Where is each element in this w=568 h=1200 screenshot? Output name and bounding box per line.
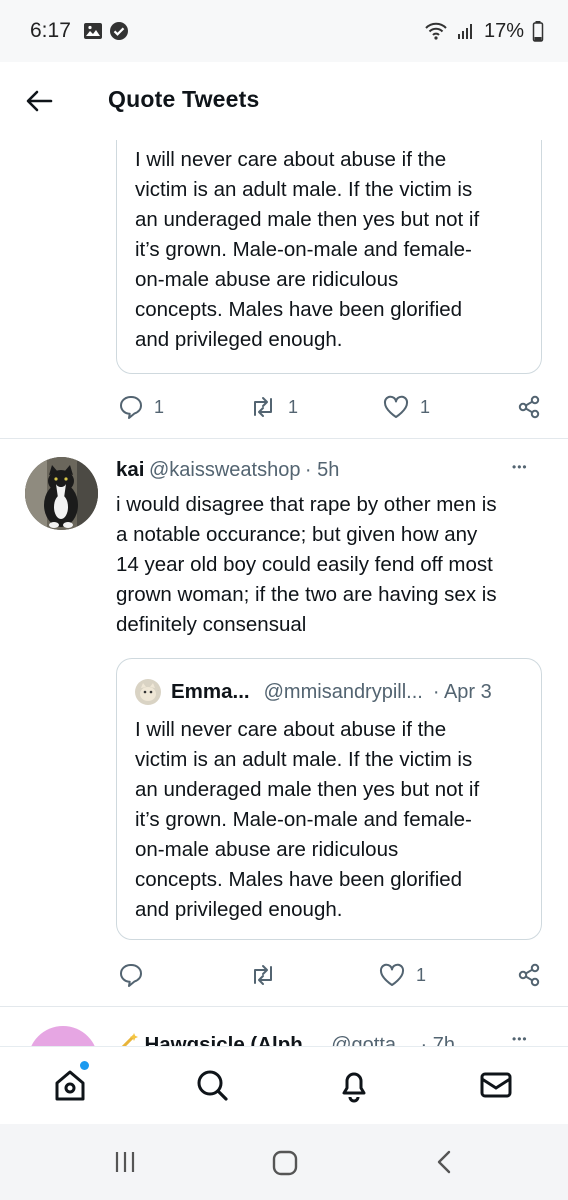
divider [0,438,568,439]
bell-icon[interactable] [336,1067,372,1103]
heart-icon [379,963,405,986]
tweet-line: definitely consensual [116,613,307,636]
reply-icon [120,964,142,987]
quote-line: on-male abuse are ridiculous [135,268,399,291]
quoted-avatar [135,679,161,705]
like-count: 1 [416,964,427,985]
more-options-icon[interactable]: ••• [512,1032,528,1046]
quote-line: and privileged enough. [135,328,343,351]
quote-line: it’s grown. Male-on-male and female- [135,238,472,261]
user-handle[interactable]: @gotta [331,1034,396,1046]
retweet-button[interactable] [248,962,278,988]
quoted-tweet-header: Emma... @mmisandrypill... · Apr 3 [135,678,492,706]
tweet-time[interactable]: · 7h [421,1034,455,1046]
quote-line: victim is an adult male. If the victim i… [135,748,473,771]
battery-icon [532,21,544,42]
reply-icon [120,396,142,419]
cat-avatar-image [25,457,98,530]
bottom-navigation [0,1046,568,1124]
like-count: 1 [420,396,431,417]
quoted-user-handle: @mmisandrypill... [263,680,423,703]
more-options-icon[interactable]: ••• [512,460,528,474]
tweet-line: i would disagree that rape by other men … [116,493,497,516]
display-name[interactable]: kai [116,458,145,481]
character-avatar-image [28,1026,98,1046]
quote-line: an underaged male then yes but not if [135,778,480,801]
quoted-tweet-time: · Apr 3 [432,680,492,703]
quote-line: concepts. Males have been glorified [135,298,463,321]
top-bar: Quote Tweets [0,62,568,140]
mail-icon[interactable] [478,1067,514,1103]
quote-line: it’s grown. Male-on-male and female- [135,808,472,831]
quoted-tweet-card[interactable]: I will never care about abuse if the vic… [116,140,542,374]
back-arrow-icon[interactable] [24,86,54,116]
avatar[interactable] [25,457,98,530]
tweet-line: a notable occurance; but given how any [116,523,478,546]
divider [0,1006,568,1007]
quote-line: on-male abuse are ridiculous [135,838,399,861]
quote-line: I will never care about abuse if the [135,148,447,171]
avatar[interactable] [28,1026,98,1046]
quote-line: concepts. Males have been glorified [135,868,463,891]
tweet-text: i would disagree that rape by other men … [116,490,556,640]
status-time: 6:17 [30,19,71,42]
system-navigation [0,1124,568,1200]
back-button-icon[interactable] [434,1150,454,1174]
reply-button[interactable] [118,962,144,988]
timeline[interactable]: I will never care about abuse if the vic… [0,140,568,1046]
tweet-actions: 1 1 1 [0,388,568,428]
sparkle-emoji-icon [121,1033,138,1046]
page-title: Quote Tweets [108,86,260,112]
tweet-time[interactable]: · 5h [305,459,339,481]
quoted-display-name: Emma... [171,680,250,703]
share-button[interactable] [516,394,542,420]
tweet-header: kai @kaissweatshop · 5h [116,458,536,488]
heart-icon [383,395,409,418]
retweet-button[interactable]: 1 [248,394,298,420]
quote-line: victim is an adult male. If the victim i… [135,178,473,201]
share-icon [518,395,540,419]
quoted-tweet-text: I will never care about abuse if the vic… [135,145,479,355]
status-bar: 6:17 17% [0,0,568,62]
like-button[interactable]: 1 [382,394,430,420]
tweet-header: Hawgsicle (Alph @gotta · 7h [116,1030,556,1046]
user-handle[interactable]: @kaissweatshop [149,459,300,481]
home-button-icon[interactable] [271,1150,299,1176]
quoted-tweet-text: I will never care about abuse if the vic… [135,715,479,925]
quote-line: an underaged male then yes but not if [135,208,480,231]
notification-dot [80,1061,89,1070]
share-button[interactable] [516,962,542,988]
retweet-icon [254,965,272,985]
reply-count: 1 [154,396,165,417]
retweet-icon [254,397,272,417]
quote-line: and privileged enough. [135,898,343,921]
display-name[interactable]: Hawgsicle (Alph [144,1033,302,1046]
battery-percent: 17% [483,19,524,42]
reply-button[interactable]: 1 [118,394,164,420]
search-icon[interactable] [194,1067,230,1103]
quoted-tweet-card[interactable]: Emma... @mmisandrypill... · Apr 3 I will… [116,658,542,940]
tweet-actions: 1 [0,956,568,996]
tweet-line: grown woman; if the two are having sex i… [116,583,497,606]
tweet-line: 14 year old boy could easily fend off mo… [116,553,493,576]
like-button[interactable]: 1 [378,962,426,988]
signal-icon [457,24,472,39]
wifi-icon [425,22,447,40]
share-icon [518,963,540,987]
recent-apps-icon[interactable] [112,1150,138,1174]
gallery-notification-icon [83,23,102,39]
quote-line: I will never care about abuse if the [135,718,447,741]
check-circle-icon [109,22,128,40]
retweet-count: 1 [288,396,299,417]
home-icon[interactable] [52,1067,88,1103]
